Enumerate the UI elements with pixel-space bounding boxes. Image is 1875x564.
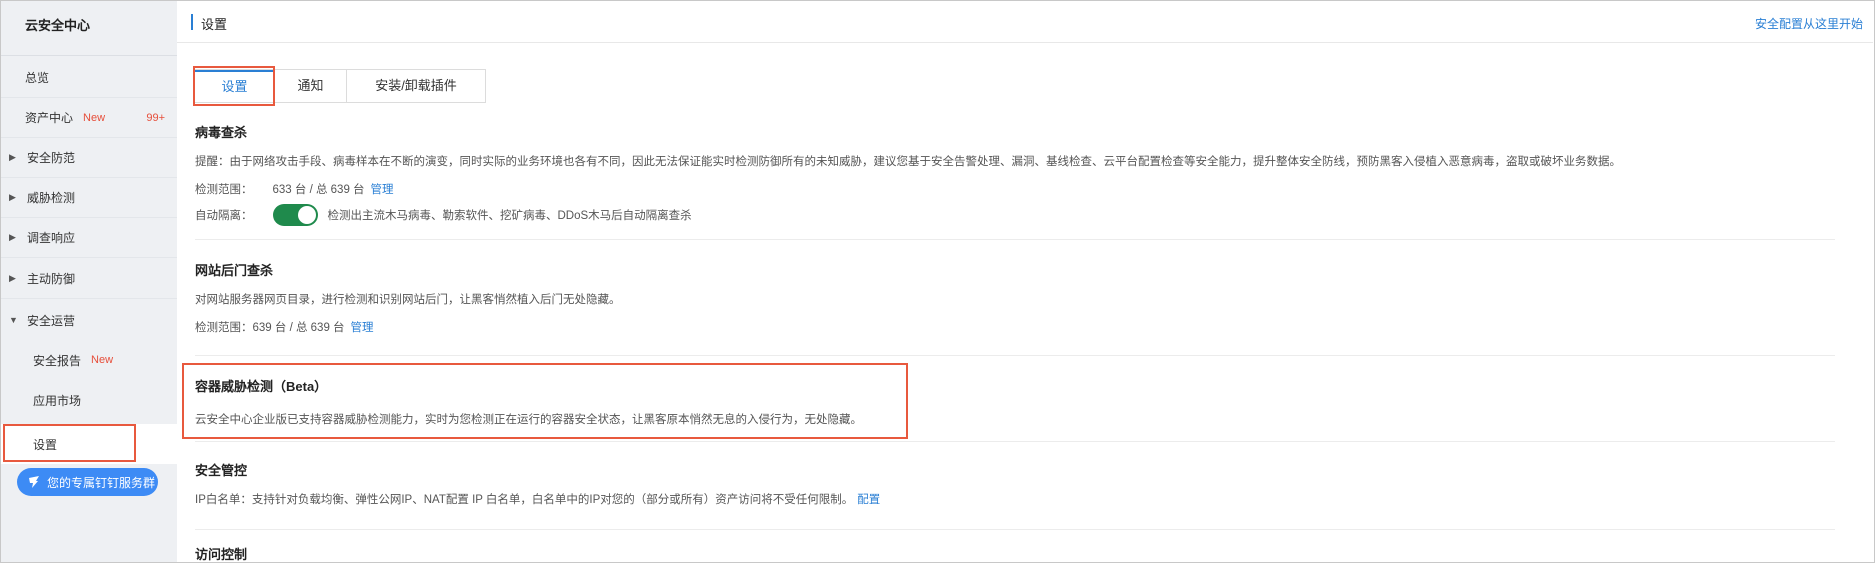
caret-right-icon: ▶ bbox=[9, 232, 16, 242]
sidebar-item-settings[interactable]: 设置 bbox=[1, 424, 177, 464]
sidebar-item-assets[interactable]: 资产中心 New 99+ bbox=[1, 98, 177, 138]
section-webshell-scan: 网站后门查杀 对网站服务器网页目录，进行检测和识别网站后门，让黑客悄然植入后门无… bbox=[195, 256, 1835, 356]
section-desc: 对网站服务器网页目录，进行检测和识别网站后门，让黑客悄然植入后门无处隐藏。 bbox=[195, 294, 621, 306]
security-config-link[interactable]: 安全配置从这里开始 bbox=[1755, 15, 1863, 32]
isolate-desc: 检测出主流木马病毒、勒索软件、挖矿病毒、DDoS木马后自动隔离查杀 bbox=[327, 210, 692, 222]
sidebar-item-app-market[interactable]: 应用市场 bbox=[1, 380, 177, 420]
dingtalk-label: 您的专属钉钉服务群 bbox=[47, 475, 156, 490]
scope-value: 639 台 / 总 639 台 bbox=[252, 322, 345, 334]
section-title: 安全管控 bbox=[195, 463, 248, 478]
sidebar-item-label: 安全运营 bbox=[27, 313, 76, 328]
page-header: 设置 安全配置从这里开始 bbox=[177, 1, 1873, 43]
caret-right-icon: ▶ bbox=[9, 152, 16, 162]
sidebar: 云安全中心 总览 资产中心 New 99+ ▶ 安全防范 ▶ 威胁检测 ▶ 调查… bbox=[1, 1, 177, 562]
dingtalk-group-button[interactable]: 您的专属钉钉服务群 bbox=[17, 468, 158, 496]
scan-scope-row: 检测范围： 639 台 / 总 639 台 管理 bbox=[195, 319, 1835, 335]
sidebar-item-label: 应用市场 bbox=[33, 393, 82, 408]
sidebar-item-label: 安全防范 bbox=[27, 151, 76, 165]
count-badge: 99+ bbox=[146, 111, 165, 124]
tab-plugin-install[interactable]: 安装/卸载插件 bbox=[347, 70, 485, 102]
section-title: 网站后门查杀 bbox=[195, 263, 274, 278]
caret-right-icon: ▶ bbox=[9, 192, 16, 202]
config-link[interactable]: 配置 bbox=[857, 491, 880, 507]
sidebar-item-active-defense[interactable]: ▶ 主动防御 bbox=[1, 259, 177, 299]
sidebar-item-security-report[interactable]: 安全报告 New bbox=[1, 340, 177, 380]
tab-bar: 设置 通知 安装/卸载插件 bbox=[194, 69, 486, 103]
sidebar-item-label: 设置 bbox=[33, 437, 58, 452]
caret-right-icon: ▶ bbox=[9, 273, 16, 283]
dingtalk-icon bbox=[29, 476, 39, 488]
scope-value: 633 台 / 总 639 台 bbox=[272, 184, 365, 196]
auto-isolate-row: 自动隔离： 检测出主流木马病毒、勒索软件、挖矿病毒、DDoS木马后自动隔离查杀 bbox=[195, 204, 1835, 226]
section-virus-scan: 病毒查杀 提醒：由于网络攻击手段、病毒样本在不断的演变，同时实际的业务环境也各有… bbox=[195, 118, 1835, 240]
section-security-control: 安全管控 IP白名单：支持针对负载均衡、弹性公网IP、NAT配置 IP 白名单，… bbox=[195, 458, 1835, 530]
title-accent-bar bbox=[191, 14, 193, 30]
new-badge: New bbox=[83, 111, 106, 124]
ip-whitelist-row: IP白名单：支持针对负载均衡、弹性公网IP、NAT配置 IP 白名单，白名单中的… bbox=[195, 491, 1835, 507]
sidebar-item-label: 总览 bbox=[25, 71, 50, 85]
sidebar-item-protection[interactable]: ▶ 安全防范 bbox=[1, 138, 177, 178]
section-title: 访问控制 bbox=[195, 547, 248, 562]
section-desc: 提醒：由于网络攻击手段、病毒样本在不断的演变，同时实际的业务环境也各有不同，因此… bbox=[195, 156, 1621, 168]
section-access-control: 访问控制 bbox=[195, 544, 1835, 564]
isolate-label: 自动隔离： bbox=[195, 210, 253, 222]
sidebar-item-label: 安全报告 bbox=[33, 353, 82, 368]
manage-link[interactable]: 管理 bbox=[351, 319, 374, 335]
sidebar-item-overview[interactable]: 总览 bbox=[1, 58, 177, 98]
tab-notifications[interactable]: 通知 bbox=[275, 70, 347, 102]
sidebar-item-label: 主动防御 bbox=[27, 272, 76, 286]
sidebar-item-investigation[interactable]: ▶ 调查响应 bbox=[1, 218, 177, 258]
scope-label: 检测范围： bbox=[195, 184, 253, 196]
sidebar-item-security-ops[interactable]: ▼ 安全运营 bbox=[1, 300, 177, 340]
tab-settings[interactable]: 设置 bbox=[195, 70, 275, 102]
sidebar-item-label: 调查响应 bbox=[27, 231, 76, 245]
caret-down-icon: ▼ bbox=[9, 315, 18, 325]
section-container-threat: 容器威胁检测（Beta） 云安全中心企业版已支持容器威胁检测能力，实时为您检测正… bbox=[195, 372, 1835, 442]
section-desc: 云安全中心企业版已支持容器威胁检测能力，实时为您检测正在运行的容器安全状态，让黑… bbox=[195, 414, 862, 426]
section-desc: IP白名单：支持针对负载均衡、弹性公网IP、NAT配置 IP 白名单，白名单中的… bbox=[195, 494, 854, 506]
sidebar-title: 云安全中心 bbox=[1, 1, 177, 56]
sidebar-item-threat-detection[interactable]: ▶ 威胁检测 bbox=[1, 178, 177, 218]
auto-isolate-toggle[interactable] bbox=[272, 204, 318, 226]
toggle-knob bbox=[297, 206, 316, 224]
scan-scope-row: 检测范围： 633 台 / 总 639 台 管理 bbox=[195, 181, 1835, 197]
sidebar-item-label: 威胁检测 bbox=[27, 191, 76, 205]
sidebar-item-label: 资产中心 bbox=[25, 111, 74, 125]
new-badge: New bbox=[91, 354, 114, 366]
scope-label: 检测范围： bbox=[195, 322, 253, 334]
section-title: 容器威胁检测（Beta） bbox=[195, 379, 328, 394]
manage-link[interactable]: 管理 bbox=[371, 181, 394, 197]
section-title: 病毒查杀 bbox=[195, 125, 248, 140]
page-title: 设置 bbox=[201, 17, 228, 32]
